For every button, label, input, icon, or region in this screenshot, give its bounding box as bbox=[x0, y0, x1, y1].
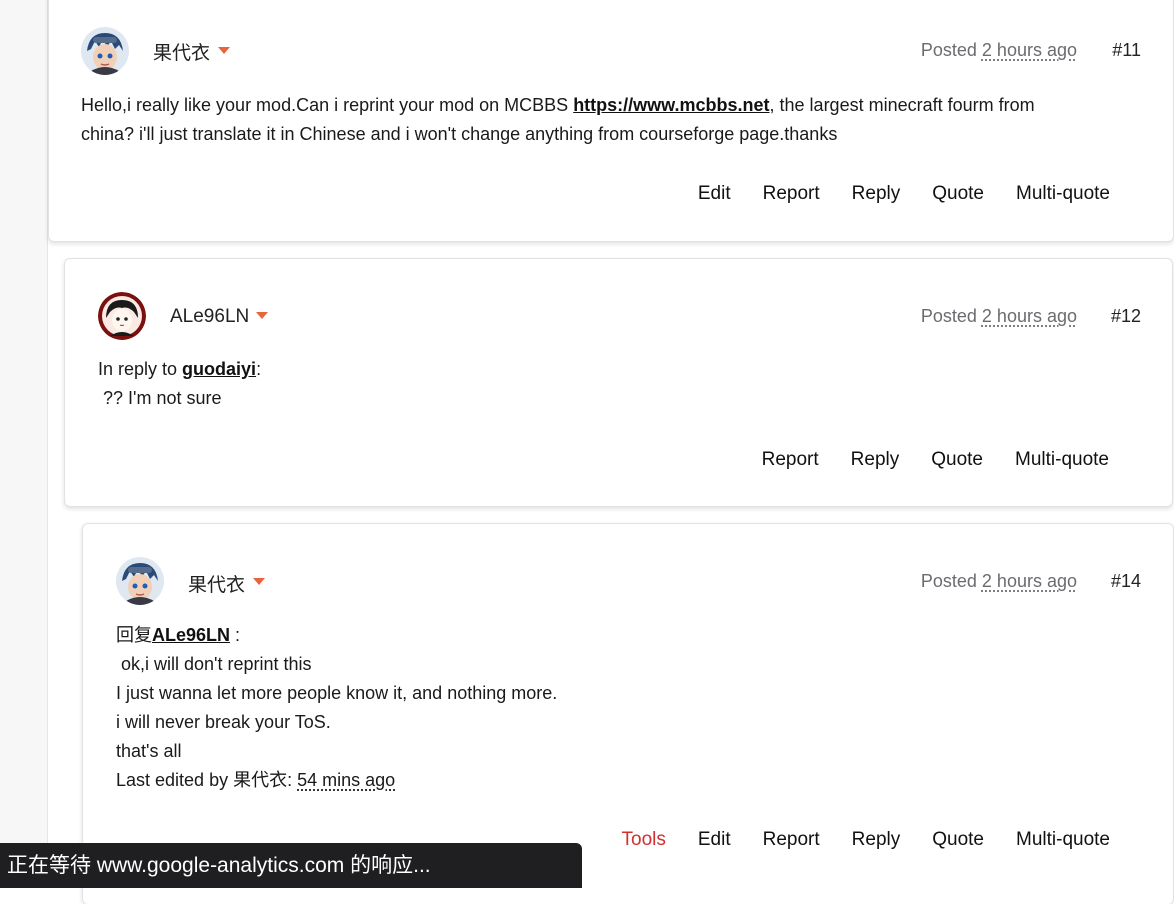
posted-ago-link[interactable]: 2 hours ago bbox=[982, 306, 1077, 326]
multi-quote-button[interactable]: Multi-quote bbox=[1016, 183, 1110, 205]
body-text-line: that's all bbox=[116, 741, 182, 761]
reply-prefix: 回复 bbox=[116, 625, 152, 645]
edited-ago[interactable]: 54 mins ago bbox=[297, 770, 395, 790]
body-text-segment: Hello,i really like your mod.Can i repri… bbox=[81, 95, 574, 115]
post-11: 果代衣 Posted 2 hours ago #11 Hello,i reall… bbox=[48, 0, 1174, 242]
post-author-name[interactable]: 果代衣 bbox=[153, 38, 210, 65]
reply-user-link[interactable]: ALe96LN bbox=[152, 625, 230, 645]
body-text-line: I just wanna let more people know it, an… bbox=[116, 683, 558, 703]
post-number[interactable]: #12 bbox=[1111, 306, 1141, 327]
post-timestamp: Posted 2 hours ago bbox=[921, 571, 1077, 592]
multi-quote-button[interactable]: Multi-quote bbox=[1016, 829, 1110, 851]
multi-quote-button[interactable]: Multi-quote bbox=[1015, 449, 1109, 471]
post-body: In reply to guodaiyi: ?? I'm not sure bbox=[98, 355, 1138, 413]
post-actions: Edit Report Reply Quote Multi-quote bbox=[666, 183, 1110, 205]
user-avatar-icon[interactable] bbox=[81, 27, 129, 75]
reply-prefix: In reply to bbox=[98, 359, 183, 379]
edit-button[interactable]: Edit bbox=[698, 183, 731, 205]
post-author-name[interactable]: 果代衣 bbox=[188, 570, 245, 597]
post-timestamp: Posted 2 hours ago bbox=[921, 306, 1077, 327]
posted-label: Posted bbox=[920, 40, 977, 60]
edited-prefix: Last edited by 果代衣: bbox=[116, 770, 298, 790]
post-12: ALe96LN Posted 2 hours ago #12 In reply … bbox=[64, 258, 1173, 507]
post-actions: Tools Edit Report Reply Quote Multi-quot… bbox=[590, 829, 1110, 851]
post-body: Hello,i really like your mod.Can i repri… bbox=[81, 91, 1151, 149]
body-text-segment: , the largest minecraft fourm from bbox=[769, 95, 1035, 115]
browser-status-bar: 正在等待 www.google-analytics.com 的响应... bbox=[0, 843, 582, 888]
user-avatar-icon[interactable] bbox=[98, 292, 146, 340]
reply-user-link[interactable]: guodaiyi bbox=[182, 359, 256, 379]
body-text-line: i will never break your ToS. bbox=[116, 712, 331, 732]
reply-colon: : bbox=[256, 359, 262, 379]
tools-button[interactable]: Tools bbox=[622, 829, 666, 851]
quote-button[interactable]: Quote bbox=[932, 183, 984, 205]
reply-button[interactable]: Reply bbox=[852, 183, 901, 205]
quote-button[interactable]: Quote bbox=[932, 829, 984, 851]
edited-note: Last edited by 果代衣: 54 mins ago bbox=[116, 766, 1136, 795]
body-text-line: china? i'll just translate it in Chinese… bbox=[81, 124, 838, 144]
report-button[interactable]: Report bbox=[762, 449, 819, 471]
report-button[interactable]: Report bbox=[763, 183, 820, 205]
posted-ago-link[interactable]: 2 hours ago bbox=[982, 40, 1077, 60]
dropdown-caret-icon[interactable] bbox=[218, 47, 230, 54]
body-text-line: ok,i will don't reprint this bbox=[116, 654, 312, 674]
dropdown-caret-icon[interactable] bbox=[256, 312, 268, 319]
post-timestamp: Posted 2 hours ago bbox=[921, 40, 1077, 61]
posted-label: Posted bbox=[920, 306, 977, 326]
reply-colon: : bbox=[230, 625, 241, 645]
report-button[interactable]: Report bbox=[763, 829, 820, 851]
mcbbs-link[interactable]: https://www.mcbbs.net bbox=[573, 95, 769, 115]
post-author-name[interactable]: ALe96LN bbox=[170, 306, 249, 328]
reply-button[interactable]: Reply bbox=[851, 449, 900, 471]
post-number[interactable]: #11 bbox=[1112, 40, 1141, 61]
posted-label: Posted bbox=[920, 571, 977, 591]
edit-button[interactable]: Edit bbox=[698, 829, 731, 851]
quote-button[interactable]: Quote bbox=[931, 449, 983, 471]
post-number[interactable]: #14 bbox=[1111, 571, 1141, 592]
post-actions: Report Reply Quote Multi-quote bbox=[730, 449, 1109, 471]
left-gutter bbox=[0, 0, 48, 888]
reply-button[interactable]: Reply bbox=[852, 829, 901, 851]
body-text-line: ?? I'm not sure bbox=[98, 388, 222, 408]
dropdown-caret-icon[interactable] bbox=[253, 578, 265, 585]
posted-ago-link[interactable]: 2 hours ago bbox=[982, 571, 1077, 591]
user-avatar-icon[interactable] bbox=[116, 557, 164, 605]
post-body: 回复ALe96LN : ok,i will don't reprint this… bbox=[116, 621, 1136, 795]
